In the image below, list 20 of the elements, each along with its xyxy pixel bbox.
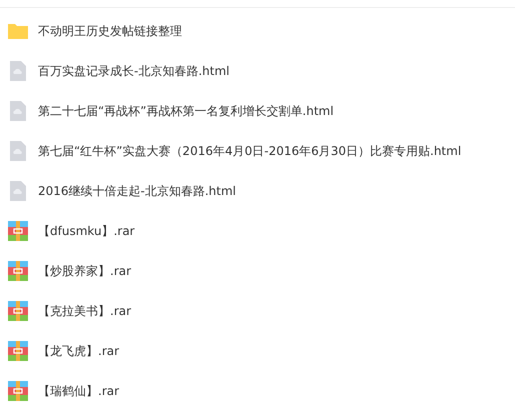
archive-icon bbox=[8, 221, 28, 241]
file-name[interactable]: 【炒股养家】.rar bbox=[38, 262, 132, 280]
archive-icon bbox=[8, 381, 28, 401]
file-name[interactable]: 【克拉美书】.rar bbox=[38, 302, 132, 320]
file-name[interactable]: 2016继续十倍走起-北京知春路.html bbox=[38, 182, 236, 200]
file-icon bbox=[10, 101, 26, 121]
file-name[interactable]: 不动明王历史发帖链接整理 bbox=[38, 22, 182, 40]
file-name[interactable]: 第二十七届“再战杯”再战杯第一名复利增长交割单.html bbox=[38, 102, 334, 120]
file-name[interactable]: 【dfusmku】.rar bbox=[38, 222, 135, 240]
file-icon bbox=[10, 141, 26, 161]
archive-icon bbox=[8, 301, 28, 321]
folder-icon bbox=[8, 23, 28, 39]
archive-icon bbox=[8, 261, 28, 281]
file-name[interactable]: 第七届“红牛杯”实盘大赛（2016年4月0日-2016年6月30日）比赛专用贴.html bbox=[38, 142, 462, 160]
file-icon bbox=[10, 181, 26, 201]
file-name[interactable]: 百万实盘记录成长-北京知春路.html bbox=[38, 62, 230, 80]
file-icon bbox=[10, 61, 26, 81]
file-name[interactable]: 【瑞鹤仙】.rar bbox=[38, 382, 120, 400]
archive-icon bbox=[8, 341, 28, 361]
file-name[interactable]: 【龙飞虎】.rar bbox=[38, 342, 120, 360]
